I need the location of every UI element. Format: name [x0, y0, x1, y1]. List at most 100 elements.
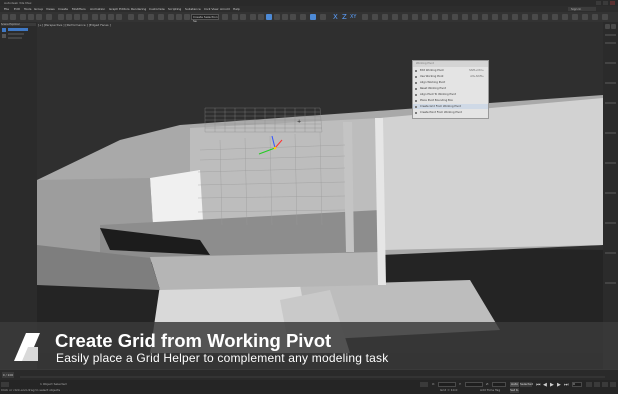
- material-editor-icon[interactable]: [290, 14, 296, 20]
- frame-counter[interactable]: 0 / 100: [2, 372, 14, 378]
- rotate-icon[interactable]: [100, 14, 106, 20]
- set-key-button[interactable]: Set K.: [510, 388, 519, 393]
- z-coordinate-field[interactable]: [492, 382, 506, 387]
- previous-frame-icon[interactable]: ◀: [543, 383, 547, 388]
- panel-row[interactable]: [605, 34, 616, 36]
- x-coordinate-field[interactable]: [438, 382, 456, 387]
- display-objects-icon[interactable]: [2, 28, 6, 32]
- redo-icon[interactable]: [10, 14, 16, 20]
- time-configuration-icon[interactable]: [586, 382, 592, 387]
- pivot-blue-icon[interactable]: [310, 14, 316, 20]
- axis-xy-icon[interactable]: XY: [350, 13, 356, 21]
- panel-row[interactable]: [605, 282, 616, 284]
- placement-icon[interactable]: [116, 14, 122, 20]
- render-setup-icon[interactable]: [300, 14, 306, 20]
- grid-icon[interactable]: [442, 14, 448, 20]
- menu-item-create-grid-from-working-pivot[interactable]: Create Grid From Working Pivot: [413, 104, 488, 110]
- add-time-tag[interactable]: Add Time Tag: [480, 388, 500, 392]
- workspace-icon[interactable]: [582, 14, 588, 20]
- scene-explorer-icon[interactable]: [258, 14, 264, 20]
- keyboard-shortcut-override-icon[interactable]: [158, 14, 164, 20]
- render-in-cloud-icon[interactable]: [382, 14, 388, 20]
- camera-icon[interactable]: [532, 14, 538, 20]
- system-icon[interactable]: [572, 14, 578, 20]
- panel-row[interactable]: [605, 162, 616, 164]
- selection-set-dropdown[interactable]: Create Selection Se: [191, 14, 219, 23]
- spacewarp-icon[interactable]: [562, 14, 568, 20]
- snap-pivot-icon[interactable]: [320, 14, 326, 20]
- move-icon[interactable]: [92, 14, 98, 20]
- working-pivot-icon[interactable]: [266, 14, 272, 20]
- sign-in-button[interactable]: Sign In: [568, 7, 596, 11]
- scene-tree-row[interactable]: [8, 33, 24, 35]
- menu-item-align-pivot-to-working-pivot[interactable]: Align Pivot To Working Pivot: [413, 92, 488, 97]
- axis-x-icon[interactable]: X: [333, 13, 338, 21]
- ribbon-icon[interactable]: [502, 14, 508, 20]
- material-icon[interactable]: [482, 14, 488, 20]
- minimize-button[interactable]: [596, 1, 601, 5]
- bind-space-warp-icon[interactable]: [36, 14, 42, 20]
- lock-selection-icon[interactable]: [420, 382, 428, 387]
- a360-gallery-icon[interactable]: [392, 14, 398, 20]
- panel-row[interactable]: [605, 132, 616, 134]
- align-icon[interactable]: [240, 14, 246, 20]
- zoom-icon[interactable]: [594, 382, 600, 387]
- window-crossing-icon[interactable]: [82, 14, 88, 20]
- rendered-frame-window-icon[interactable]: [362, 14, 368, 20]
- menu-item-align-working-pivot[interactable]: Align Working Pivot: [413, 80, 488, 85]
- unlink-icon[interactable]: [28, 14, 34, 20]
- projects-icon[interactable]: [592, 14, 598, 20]
- play-icon[interactable]: ▶: [550, 383, 554, 388]
- environment-icon[interactable]: [402, 14, 408, 20]
- curve-editor-icon[interactable]: [274, 14, 280, 20]
- current-frame-field[interactable]: 0: [572, 382, 582, 387]
- xref-icon[interactable]: [472, 14, 478, 20]
- go-to-start-icon[interactable]: ⏮: [536, 383, 541, 388]
- create-tab-icon[interactable]: [605, 24, 610, 29]
- layer-explorer-icon[interactable]: [250, 14, 256, 20]
- lighting-icon[interactable]: [422, 14, 428, 20]
- panel-row[interactable]: [605, 222, 616, 224]
- go-to-end-icon[interactable]: ⏭: [564, 383, 569, 388]
- isolate-icon[interactable]: [432, 14, 438, 20]
- auto-key-button[interactable]: Auto: [510, 382, 519, 387]
- help-icon[interactable]: [602, 14, 608, 20]
- pan-icon[interactable]: [610, 382, 616, 387]
- viewport-label[interactable]: [+] [Perspective ] [Performance ] [Edged…: [38, 23, 111, 27]
- scale-icon[interactable]: [108, 14, 114, 20]
- axis-z-icon[interactable]: Z: [342, 13, 347, 21]
- panel-row[interactable]: [605, 42, 616, 44]
- snaps-toggle-icon[interactable]: [168, 14, 174, 20]
- maxscript-listener[interactable]: [1, 382, 9, 387]
- select-by-name-icon[interactable]: [66, 14, 72, 20]
- selection-filter-icon[interactable]: [46, 14, 52, 20]
- menu-item-use-working-pivot[interactable]: Use Working Pivot Alt+Shift+: [413, 74, 488, 79]
- menu-item-place-pivot-bounding-box[interactable]: Place Pivot Bounding Box: [413, 98, 488, 103]
- percent-snap-icon[interactable]: [184, 14, 190, 20]
- pivot-point-center-icon[interactable]: [138, 14, 144, 20]
- angle-snap-icon[interactable]: [176, 14, 182, 20]
- mirror-icon[interactable]: [232, 14, 238, 20]
- close-button[interactable]: [610, 1, 615, 5]
- safe-frame-icon[interactable]: [522, 14, 528, 20]
- viewport-layout-icon[interactable]: [512, 14, 518, 20]
- freeze-icon[interactable]: [462, 14, 468, 20]
- panel-row[interactable]: [605, 102, 616, 104]
- render-production-icon[interactable]: [372, 14, 378, 20]
- modify-tab-icon[interactable]: [611, 24, 616, 29]
- menu-item-reset-working-pivot[interactable]: Reset Working Pivot: [413, 86, 488, 91]
- rectangular-selection-icon[interactable]: [74, 14, 80, 20]
- panel-row[interactable]: [605, 252, 616, 254]
- hide-icon[interactable]: [452, 14, 458, 20]
- select-manipulate-icon[interactable]: [148, 14, 154, 20]
- uv-icon[interactable]: [492, 14, 498, 20]
- light-icon[interactable]: [542, 14, 548, 20]
- panel-row[interactable]: [605, 192, 616, 194]
- menu-item-edit-working-pivot[interactable]: Edit Working Pivot Shift+Ctrl+: [413, 68, 488, 73]
- helper-icon[interactable]: [552, 14, 558, 20]
- panel-row[interactable]: [605, 82, 616, 84]
- edit-named-selection-icon[interactable]: [222, 14, 228, 20]
- scene-tree-selected-row[interactable]: [8, 28, 28, 31]
- reference-coordinate-icon[interactable]: [128, 14, 134, 20]
- undo-icon[interactable]: [2, 14, 8, 20]
